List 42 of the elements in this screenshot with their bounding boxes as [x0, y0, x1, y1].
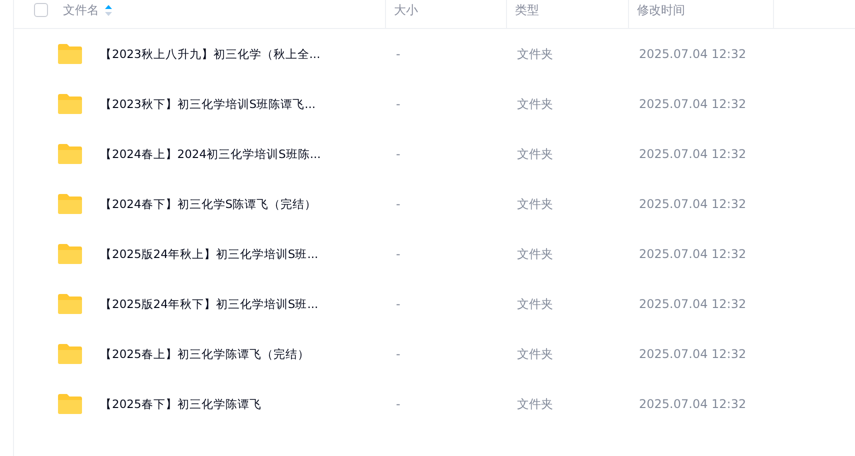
select-all-checkbox[interactable]: [34, 3, 48, 17]
file-type: 文件夹: [516, 196, 554, 212]
modified-time: 2025.07.04 12:32: [638, 347, 748, 361]
file-type: 文件夹: [516, 346, 554, 362]
folder-icon: [57, 43, 83, 65]
file-name[interactable]: 【2025版24年秋下】初三化学培训S班...: [100, 296, 318, 312]
folder-icon: [57, 243, 83, 265]
modified-time: 2025.07.04 12:32: [638, 47, 748, 61]
file-type: 文件夹: [516, 96, 554, 112]
file-size: -: [395, 97, 402, 111]
file-size: -: [395, 347, 402, 361]
file-size: -: [395, 297, 402, 311]
modified-time: 2025.07.04 12:32: [638, 297, 748, 311]
file-name[interactable]: 【2025春上】初三化学陈谭飞（完结）: [100, 346, 310, 362]
file-name[interactable]: 【2025版24年秋上】初三化学培训S班...: [100, 246, 318, 262]
folder-icon: [57, 393, 83, 415]
modified-time: 2025.07.04 12:32: [638, 97, 748, 111]
file-size: -: [395, 247, 402, 261]
folder-icon: [57, 293, 83, 315]
folder-icon: [57, 193, 83, 215]
file-size: -: [395, 397, 402, 411]
folder-icon: [57, 143, 83, 165]
sort-icon[interactable]: [105, 4, 112, 16]
file-name[interactable]: 【2024春下】初三化学S陈谭飞（完结）: [100, 196, 317, 212]
modified-time: 2025.07.04 12:32: [638, 397, 748, 411]
file-name[interactable]: 【2024春上】2024初三化学培训S班陈...: [100, 146, 321, 162]
file-type: 文件夹: [516, 396, 554, 412]
file-size: -: [395, 147, 402, 161]
file-size: -: [395, 197, 402, 211]
folder-icon: [57, 343, 83, 365]
modified-time: 2025.07.04 12:32: [638, 197, 748, 211]
file-name[interactable]: 【2025春下】初三化学陈谭飞: [100, 396, 262, 412]
file-name[interactable]: 【2023秋下】初三化学培训S班陈谭飞...: [100, 96, 316, 112]
file-type: 文件夹: [516, 246, 554, 262]
modified-time: 2025.07.04 12:32: [638, 247, 748, 261]
folder-icon: [57, 93, 83, 115]
file-type: 文件夹: [516, 146, 554, 162]
file-type: 文件夹: [516, 46, 554, 62]
file-type: 文件夹: [516, 296, 554, 312]
file-size: -: [395, 47, 402, 61]
modified-time: 2025.07.04 12:32: [638, 147, 748, 161]
file-name[interactable]: 【2023秋上八升九】初三化学（秋上全...: [100, 46, 320, 62]
